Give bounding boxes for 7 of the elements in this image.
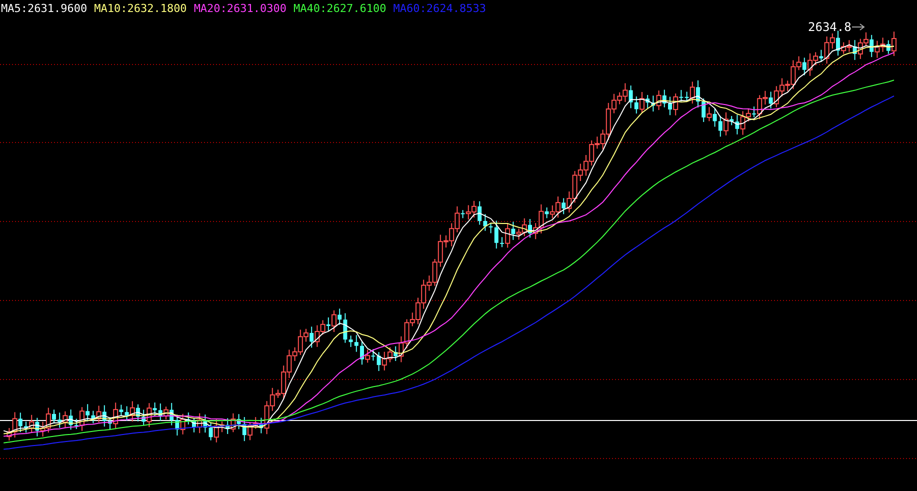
high-price-label: 2634.8	[808, 20, 852, 34]
moving-average-legend: MA20:2631.0300	[194, 2, 287, 14]
moving-average-legend: MA10:2632.1800	[94, 2, 187, 14]
moving-average-legend: MA60:2624.8533	[393, 2, 486, 14]
moving-average-legend: MA40:2627.6100	[294, 2, 386, 14]
arrow-icon	[852, 24, 865, 30]
moving-average-legend: MA5:2631.9600	[1, 2, 88, 14]
